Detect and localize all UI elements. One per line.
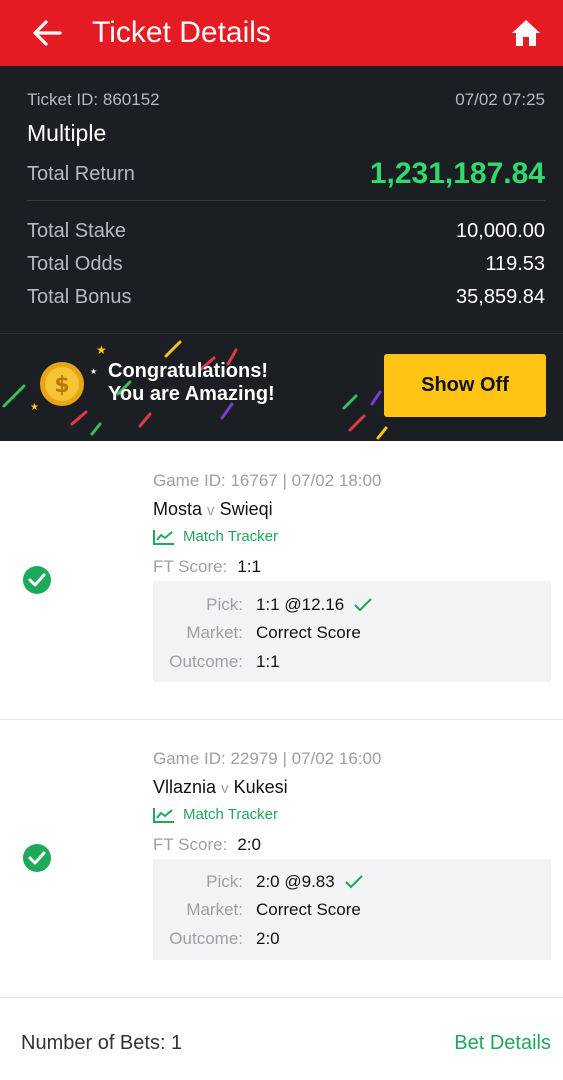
page-title: Ticket Details xyxy=(92,16,271,49)
away-team: Kukesi xyxy=(233,777,288,797)
pick-details: Pick: 2:0 @9.83 Market: Correct Score Ou… xyxy=(153,859,551,960)
ft-score-value: 1:1 xyxy=(237,557,261,576)
ticket-id: Ticket ID: 860152 xyxy=(27,90,160,109)
ft-score-value: 2:0 xyxy=(237,835,261,854)
pick-value: 1:1 @12.16 xyxy=(256,595,372,615)
versus-label: v xyxy=(221,780,229,797)
match-tracker-link[interactable]: Match Tracker xyxy=(153,806,278,823)
total-return-value: 1,231,187.84 xyxy=(369,157,545,190)
ticket-timestamp: 07/02 07:25 xyxy=(455,90,545,109)
bet-item-2: Game ID: 22979 | 07/02 16:00 Vllaznia v … xyxy=(0,720,563,998)
match-teams: Vllaznia v Kukesi xyxy=(153,777,288,798)
pick-value-text: 1:1 @12.16 xyxy=(256,595,345,614)
total-return-label: Total Return xyxy=(27,163,135,185)
bet-item-1: Game ID: 16767 | 07/02 18:00 Mosta v Swi… xyxy=(0,441,563,719)
match-tracker-label: Match Tracker xyxy=(183,806,279,823)
pick-details: Pick: 1:1 @12.16 Market: Correct Score O… xyxy=(153,581,551,682)
total-odds-label: Total Odds xyxy=(27,253,123,275)
coin-icon: $ xyxy=(40,362,84,406)
outcome-label: Outcome: xyxy=(169,929,243,948)
match-tracker-link[interactable]: Match Tracker xyxy=(153,528,278,545)
outcome-value: 2:0 xyxy=(256,929,280,948)
check-mark-icon xyxy=(354,598,372,612)
outcome-label: Outcome: xyxy=(169,652,243,671)
ft-score: FT Score: 2:0 xyxy=(153,835,261,855)
market-label: Market: xyxy=(186,623,243,642)
total-stake-label: Total Stake xyxy=(27,220,126,242)
away-team: Swieqi xyxy=(219,499,273,519)
chart-line-icon xyxy=(153,529,174,545)
home-team: Mosta xyxy=(153,499,203,519)
match-teams: Mosta v Swieqi xyxy=(153,499,273,520)
app-header: Ticket Details xyxy=(0,0,563,66)
match-tracker-label: Match Tracker xyxy=(183,528,279,545)
bet-type: Multiple xyxy=(27,120,107,146)
svg-text:★: ★ xyxy=(96,343,107,357)
chart-line-icon xyxy=(153,807,174,823)
home-team: Vllaznia xyxy=(153,777,217,797)
versus-label: v xyxy=(207,502,215,519)
ft-score: FT Score: 1:1 xyxy=(153,557,261,577)
number-of-bets: Number of Bets: 1 xyxy=(21,1032,183,1054)
market-value: Correct Score xyxy=(256,900,361,919)
won-check-icon xyxy=(23,844,51,872)
congrats-line-2: You are Amazing! xyxy=(108,383,275,405)
show-off-button[interactable]: Show Off xyxy=(384,354,546,417)
total-bonus-label: Total Bonus xyxy=(27,286,132,308)
ft-score-label: FT Score: xyxy=(153,835,228,854)
pick-label: Pick: xyxy=(206,872,243,891)
ft-score-label: FT Score: xyxy=(153,557,228,576)
summary-divider xyxy=(27,200,545,201)
market-value: Correct Score xyxy=(256,623,361,642)
won-check-icon xyxy=(23,566,51,594)
congrats-line-1: Congratulations! xyxy=(108,360,268,382)
game-id: Game ID: 16767 | 07/02 18:00 xyxy=(153,471,382,490)
divider xyxy=(0,997,563,998)
arrow-left-icon[interactable] xyxy=(30,16,64,50)
svg-text:$: $ xyxy=(54,373,69,398)
pick-value: 2:0 @9.83 xyxy=(256,872,363,892)
congrats-text: Congratulations! You are Amazing! xyxy=(108,360,275,406)
outcome-value: 1:1 xyxy=(256,652,280,671)
pick-label: Pick: xyxy=(206,595,243,614)
svg-text:★: ★ xyxy=(90,367,97,376)
congrats-banner: ★ ★ ★ $ Congratulations! You are Amazing… xyxy=(0,333,563,441)
total-stake-value: 10,000.00 xyxy=(456,220,545,242)
game-id: Game ID: 22979 | 07/02 16:00 xyxy=(153,749,382,768)
pick-value-text: 2:0 @9.83 xyxy=(256,872,335,891)
total-odds-value: 119.53 xyxy=(485,253,545,275)
home-icon[interactable] xyxy=(510,17,542,49)
market-label: Market: xyxy=(186,900,243,919)
ticket-summary: Ticket ID: 860152 07/02 07:25 Multiple T… xyxy=(0,66,563,333)
check-mark-icon xyxy=(344,875,363,889)
total-bonus-value: 35,859.84 xyxy=(456,286,545,308)
bet-details-link[interactable]: Bet Details xyxy=(454,1032,551,1055)
